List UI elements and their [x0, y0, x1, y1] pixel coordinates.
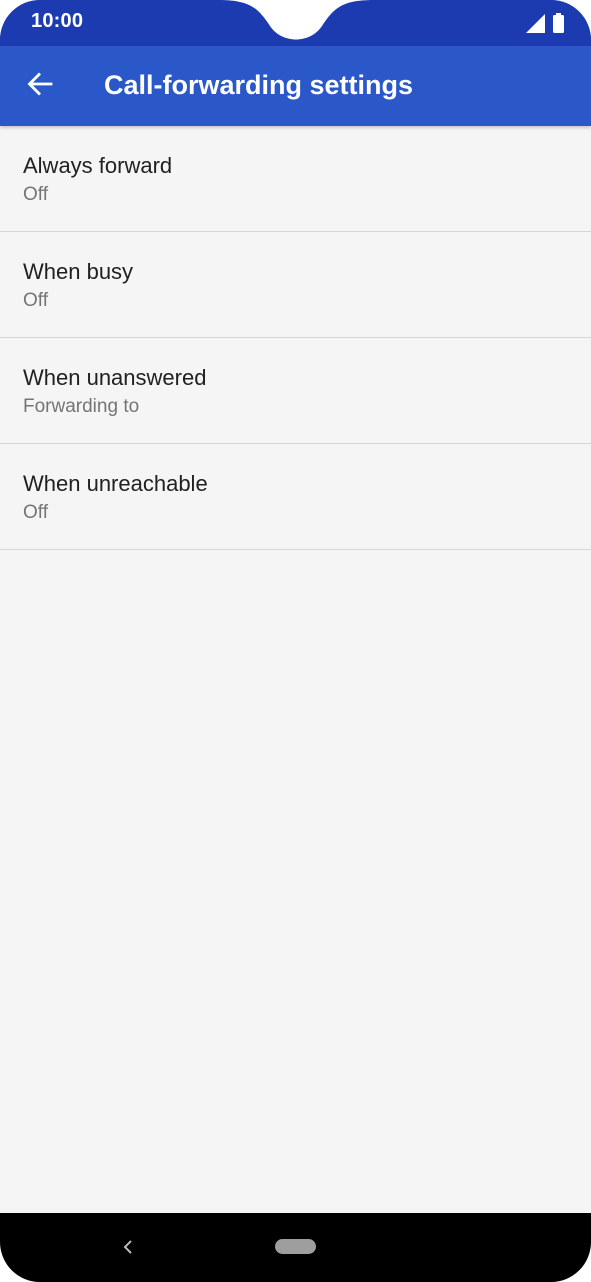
setting-title: Always forward — [23, 153, 173, 178]
setting-summary: Off — [23, 290, 48, 311]
setting-when-busy[interactable]: When busy Off — [0, 232, 591, 338]
setting-title: When unanswered — [23, 365, 207, 390]
app-bar: Call-forwarding settings — [0, 46, 591, 126]
home-pill-icon[interactable] — [275, 1239, 316, 1254]
back-button[interactable] — [22, 68, 58, 104]
status-icons — [526, 13, 564, 38]
arrow-left-icon — [27, 72, 53, 101]
setting-always-forward[interactable]: Always forward Off — [0, 126, 591, 232]
setting-summary: Off — [23, 184, 48, 205]
setting-title: When unreachable — [23, 471, 208, 496]
status-bar: 10:00 — [0, 0, 591, 47]
navigation-bar — [0, 1213, 591, 1282]
setting-when-unanswered[interactable]: When unanswered Forwarding to — [0, 338, 591, 444]
status-time: 10:00 — [31, 10, 84, 32]
setting-when-unreachable[interactable]: When unreachable Off — [0, 444, 591, 550]
page-title: Call-forwarding settings — [104, 70, 414, 100]
setting-title: When busy — [23, 259, 134, 284]
settings-list: Always forward Off When busy Off When un… — [0, 126, 591, 550]
phone-screen: 10:00 Call-forwarding settings Always fo… — [0, 0, 591, 1282]
signal-icon — [526, 13, 545, 38]
nav-back-icon[interactable] — [117, 1235, 141, 1259]
notch — [0, 0, 591, 47]
setting-summary: Off — [23, 502, 48, 523]
battery-icon — [553, 13, 564, 38]
setting-summary: Forwarding to — [23, 396, 140, 417]
